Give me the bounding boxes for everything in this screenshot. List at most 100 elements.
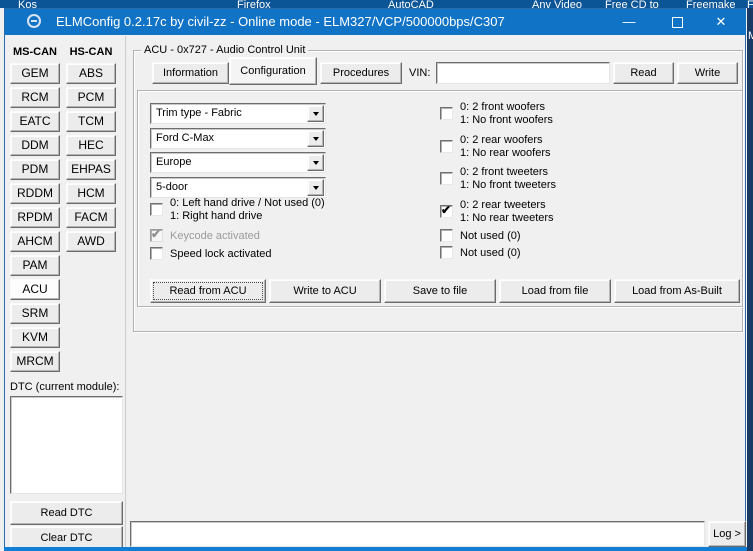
- sidebar-item-rcm[interactable]: RCM: [10, 87, 60, 108]
- read-from-acu-button[interactable]: Read from ACU: [150, 279, 266, 303]
- checkbox-label-line: 0: 2 front woofers: [460, 101, 545, 113]
- vin-label: VIN:: [409, 67, 430, 79]
- region-value: Europe: [156, 156, 191, 168]
- checkbox-label-line: Speed lock activated: [170, 248, 272, 261]
- sidebar-item-acu[interactable]: ACU: [10, 279, 60, 300]
- sidebar-item-gem[interactable]: GEM: [10, 63, 60, 84]
- desktop-icon-label[interactable]: Firefox: [237, 0, 271, 8]
- desktop-icon-label[interactable]: Kos: [18, 0, 37, 8]
- tab-information[interactable]: Information: [152, 62, 229, 84]
- model-value: Ford C-Max: [156, 132, 214, 144]
- desktop-icon-label[interactable]: Anv Video: [532, 0, 582, 8]
- vin-input[interactable]: [436, 62, 610, 84]
- dtc-listbox[interactable]: [10, 396, 123, 494]
- sidebar-item-kvm[interactable]: KVM: [10, 327, 60, 348]
- maximize-button[interactable]: [661, 9, 693, 35]
- checkbox-not-used-1[interactable]: Not used (0): [440, 229, 690, 243]
- dropdown-button[interactable]: [307, 105, 324, 122]
- checkbox-speed-lock[interactable]: Speed lock activated: [150, 247, 400, 261]
- checkbox-label-line: 1: No front tweeters: [460, 179, 556, 191]
- load-from-asbuilt-button[interactable]: Load from As-Built: [614, 279, 740, 303]
- sidebar-item-hec[interactable]: HEC: [66, 135, 116, 156]
- checkbox-rear-tweeters[interactable]: ✔ 0: 2 rear tweeters1: No rear tweeters: [440, 199, 690, 226]
- tab-procedures[interactable]: Procedures: [320, 62, 402, 84]
- chevron-down-icon: [313, 112, 319, 116]
- sidebar-item-pcm[interactable]: PCM: [66, 87, 116, 108]
- sidebar-item-ahcm[interactable]: AHCM: [10, 231, 60, 252]
- sidebar-item-rddm[interactable]: RDDM: [10, 183, 60, 204]
- tab-configuration[interactable]: Configuration: [229, 57, 317, 85]
- window-title: ELMConfig 0.2.17c by civil-zz - Online m…: [56, 14, 505, 29]
- checkbox-label-line: 1: No rear woofers: [460, 147, 550, 159]
- desktop-icon-label[interactable]: AutoCAD: [388, 0, 434, 8]
- checkbox-label-line: 0: 2 front tweeters: [460, 166, 548, 178]
- sidebar-divider: [125, 36, 127, 547]
- vin-read-button[interactable]: Read: [613, 62, 674, 84]
- region-dropdown[interactable]: Europe: [150, 152, 326, 173]
- desktop-right-edge: M: [747, 0, 753, 551]
- trim-type-dropdown[interactable]: Trim type - Fabric: [150, 103, 326, 124]
- checkbox-hand-drive[interactable]: 0: Left hand drive / Not used (0)1: Righ…: [150, 197, 400, 224]
- ms-can-header: MS-CAN: [10, 46, 60, 58]
- chevron-down-icon: [313, 137, 319, 141]
- sidebar-item-tcm[interactable]: TCM: [66, 111, 116, 132]
- desktop-icon-label-clipped: M: [748, 30, 753, 42]
- window-bottom-border: [4, 547, 747, 551]
- sidebar-item-mrcm[interactable]: MRCM: [10, 351, 60, 372]
- desktop-strip: Kos Firefox AutoCAD Anv Video Free CD to…: [0, 0, 753, 8]
- read-dtc-button[interactable]: Read DTC: [10, 501, 123, 525]
- checkbox-label-line: Not used (0): [460, 230, 521, 243]
- checkbox-label-line: 0: 2 rear woofers: [460, 134, 543, 146]
- load-from-file-button[interactable]: Load from file: [499, 279, 611, 303]
- sidebar-item-hcm[interactable]: HCM: [66, 183, 116, 204]
- desktop-icon-label[interactable]: Freemake: [686, 0, 736, 8]
- checkbox-front-woofers[interactable]: 0: 2 front woofers1: No front woofers: [440, 101, 690, 128]
- sidebar-item-eatc[interactable]: EATC: [10, 111, 60, 132]
- write-to-acu-button[interactable]: Write to ACU: [269, 279, 381, 303]
- sidebar-item-abs[interactable]: ABS: [66, 63, 116, 84]
- save-to-file-button[interactable]: Save to file: [384, 279, 496, 303]
- checkbox-label-line: 0: Left hand drive / Not used (0): [170, 197, 325, 209]
- sidebar-item-ehpas[interactable]: EHPAS: [66, 159, 116, 180]
- log-button[interactable]: Log >: [708, 521, 746, 547]
- sidebar-item-awd[interactable]: AWD: [66, 231, 116, 252]
- checkbox-label-line: Keycode activated: [170, 230, 260, 243]
- checkbox-rear-woofers[interactable]: 0: 2 rear woofers1: No rear woofers: [440, 134, 690, 161]
- checkbox-front-tweeters[interactable]: 0: 2 front tweeters1: No front tweeters: [440, 166, 690, 193]
- checkbox-label-line: 1: No front woofers: [460, 114, 553, 126]
- maximize-icon: [672, 17, 683, 28]
- dropdown-button[interactable]: [307, 179, 324, 196]
- vin-write-button[interactable]: Write: [677, 62, 738, 84]
- doors-value: 5-door: [156, 181, 188, 193]
- titlebar[interactable]: ELMConfig 0.2.17c by civil-zz - Online m…: [5, 9, 746, 35]
- sidebar-item-rpdm[interactable]: RPDM: [10, 207, 60, 228]
- sidebar-item-facm[interactable]: FACM: [66, 207, 116, 228]
- hs-can-header: HS-CAN: [66, 46, 116, 58]
- app-icon: [27, 14, 41, 28]
- desktop-icon-label-clipped: F: [747, 0, 753, 8]
- checkbox-label-line: 1: Right hand drive: [170, 210, 262, 222]
- desktop-icon-label[interactable]: Free CD to: [605, 0, 659, 8]
- checkbox-not-used-2[interactable]: Not used (0): [440, 246, 690, 260]
- sidebar-item-pdm[interactable]: PDM: [10, 159, 60, 180]
- dropdown-button[interactable]: [307, 154, 324, 171]
- check-icon: ✔: [151, 227, 161, 241]
- checkbox-label-line: 1: No rear tweeters: [460, 212, 554, 224]
- checkbox-label-line: Not used (0): [460, 247, 521, 260]
- chevron-down-icon: [313, 161, 319, 165]
- checkbox-keycode-activated: ✔ Keycode activated: [150, 229, 400, 243]
- chevron-down-icon: [313, 186, 319, 190]
- sidebar-item-ddm[interactable]: DDM: [10, 135, 60, 156]
- checkbox-label-line: 0: 2 rear tweeters: [460, 199, 546, 211]
- dtc-label: DTC (current module):: [10, 381, 119, 393]
- doors-dropdown[interactable]: 5-door: [150, 177, 326, 198]
- close-button[interactable]: ✕: [705, 9, 737, 35]
- model-dropdown[interactable]: Ford C-Max: [150, 128, 326, 149]
- screen: Kos Firefox AutoCAD Anv Video Free CD to…: [0, 0, 753, 551]
- minimize-button[interactable]: —: [613, 9, 645, 35]
- check-icon: ✔: [441, 203, 451, 217]
- sidebar-item-pam[interactable]: PAM: [10, 255, 60, 276]
- sidebar-item-srm[interactable]: SRM: [10, 303, 60, 324]
- log-input[interactable]: [130, 521, 705, 547]
- dropdown-button[interactable]: [307, 130, 324, 147]
